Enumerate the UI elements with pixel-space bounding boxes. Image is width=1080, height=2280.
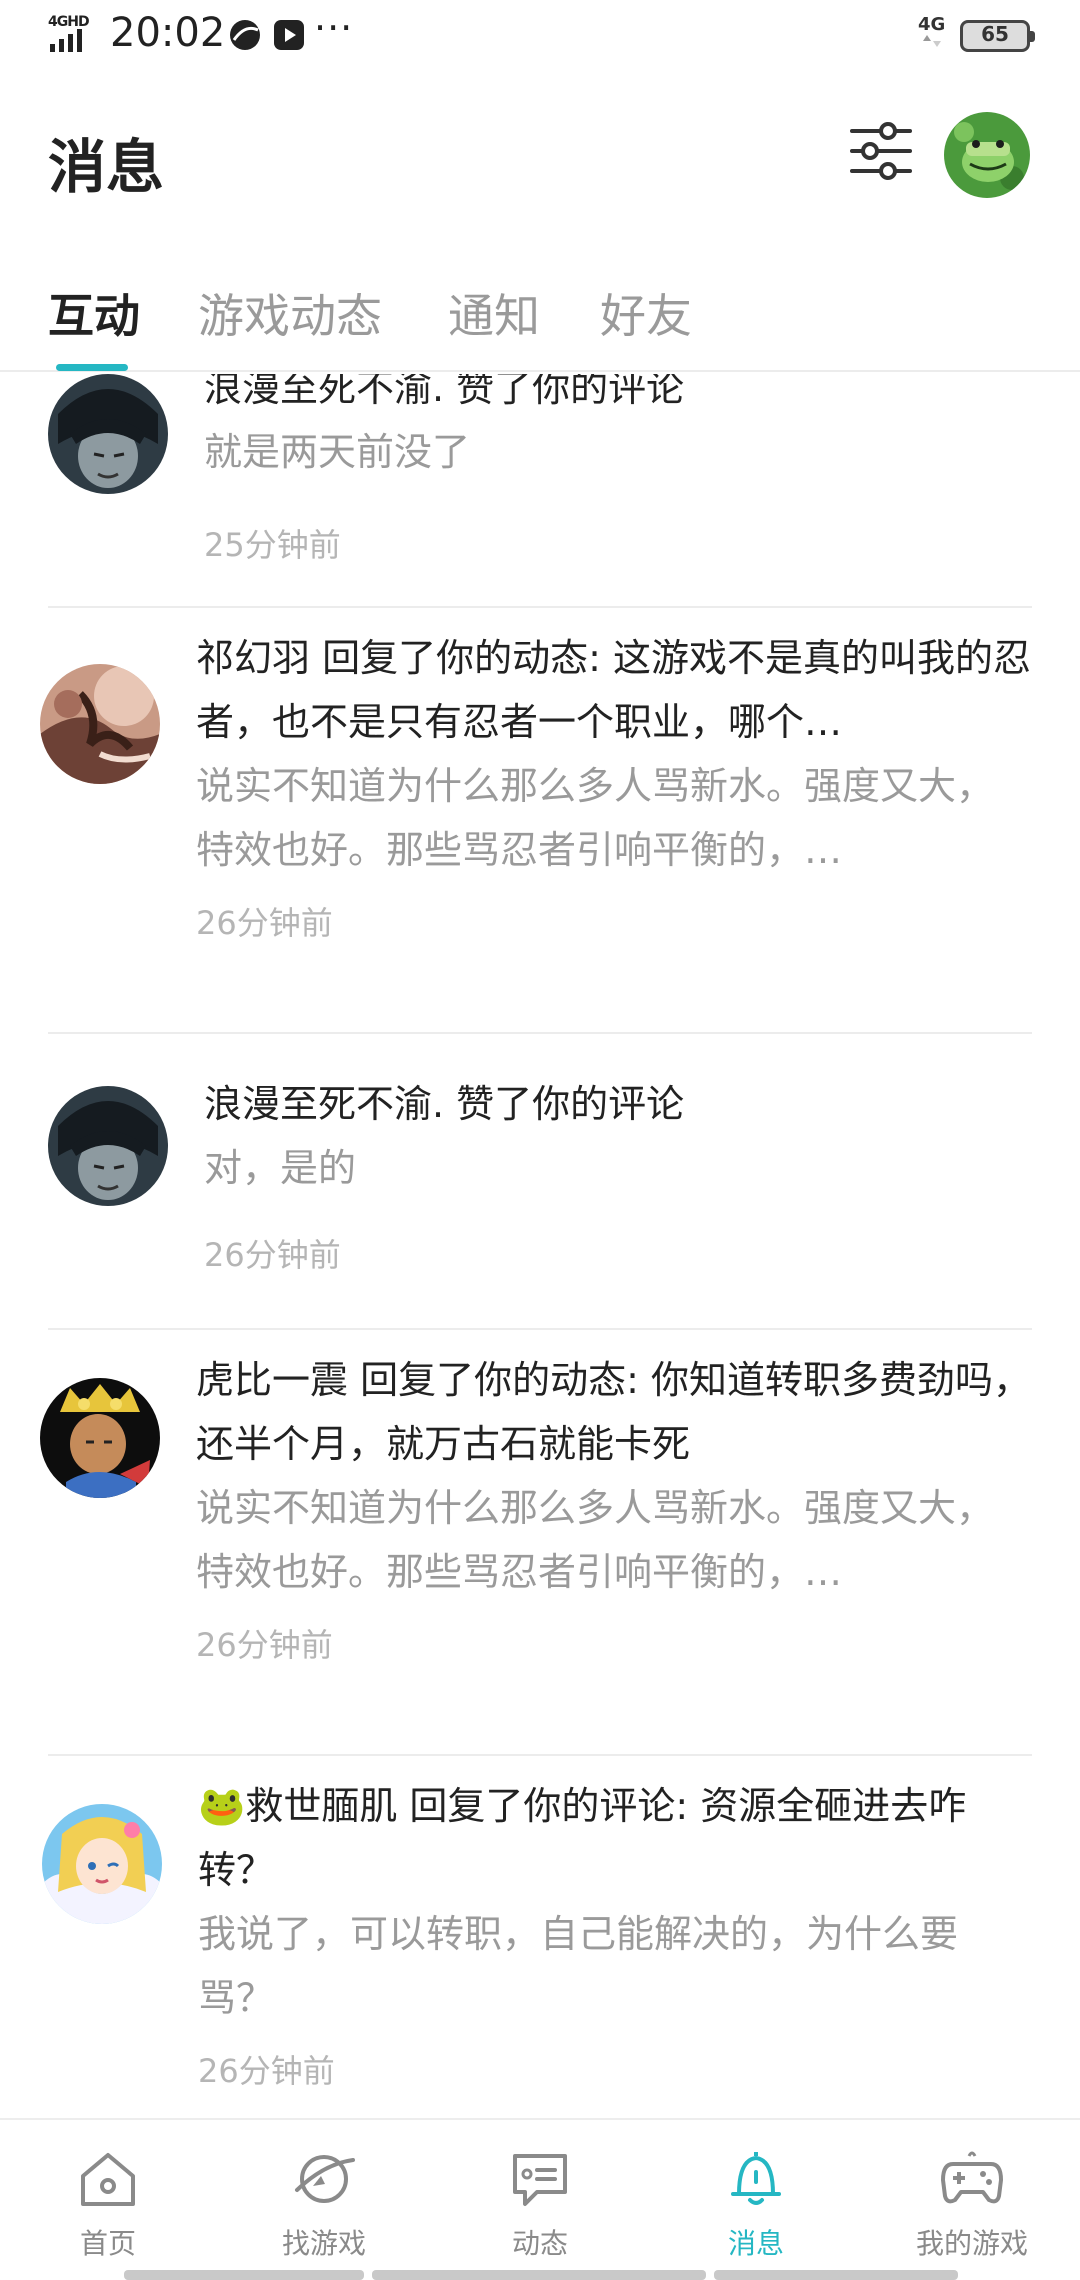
crocodile-avatar-icon [944,112,1030,198]
nav-home[interactable]: 首页 [28,2146,188,2266]
status-bar: 4GHD 20:02 ··· 4G 65 [0,0,1080,72]
chat-icon [513,2154,567,2206]
page-title: 消息 [48,133,165,201]
app-notification-icon [230,20,260,50]
bottom-nav: 首页 找游戏 动态 消息 我的游戏 [0,2118,1080,2280]
planet-icon [295,2155,355,2203]
tab-notifications[interactable]: 通知 [448,280,540,346]
message-title: 浪漫至死不渝. 赞了你的评论 [204,374,685,410]
network-label: 4GHD [48,14,90,30]
dark-hair-avatar-icon [48,1086,168,1206]
network-indicator: 4GHD [48,14,100,54]
message-time: 26分钟前 [204,1236,341,1274]
list-item[interactable]: 祁幻羽 回复了你的动态: 这游戏不是真的叫我的忍者，也不是只有忍者一个职业，哪个… [0,608,1080,1032]
message-title: 祁幻羽 回复了你的动态: 这游戏不是真的叫我的忍者，也不是只有忍者一个职业，哪个… [196,636,1031,744]
message-time: 25分钟前 [204,526,341,564]
gesture-bar [372,2270,706,2280]
message-time: 26分钟前 [196,1626,333,1664]
gesture-bar [714,2270,958,2280]
bell-icon [731,2152,781,2205]
video-notification-icon [274,20,304,50]
avatar[interactable] [42,1804,162,1924]
battery-level: 65 [981,22,1009,46]
list-item[interactable]: 🐸救世腼肌 回复了你的评论: 资源全砸进去咋转？ 我说了，可以转职，自己能解决的… [0,1756,1080,2118]
filter-button[interactable] [848,118,914,184]
giorno-avatar-icon [40,1378,160,1498]
nav-label: 找游戏 [281,2227,366,2260]
anime-girl-avatar-icon [42,1804,162,1924]
nav-label: 首页 [79,2227,136,2260]
signal-label: 4G [918,14,946,35]
message-time: 26分钟前 [198,2052,335,2090]
message-title: 虎比一震 回复了你的动态: 你知道转职多费劲吗，还半个月，就万古石就能卡死 [196,1358,1031,1466]
message-title-text: 救世腼肌 回复了你的评论: 资源全砸进去咋转？ [198,1784,967,1892]
tab-interactions[interactable]: 互动 [48,280,140,346]
gamepad-icon [941,2151,1003,2204]
tab-bar: 互动 游戏动态 通知 好友 [0,260,1080,372]
active-tab-indicator [56,364,128,371]
avatar[interactable] [40,664,160,784]
status-time: 20:02 [110,10,226,56]
mobile-data-indicator: 4G [918,14,952,54]
dark-hair-avatar-icon [48,374,168,494]
nav-label: 消息 [727,2227,784,2260]
message-snippet: 对，是的 [204,1146,357,1190]
message-snippet: 说实不知道为什么那么多人骂新水。强度又大，特效也好。那些骂忍者引响平衡的，… [196,1486,995,1594]
sliders-icon [850,122,912,180]
home-icon [81,2153,135,2206]
message-snippet: 说实不知道为什么那么多人骂新水。强度又大，特效也好。那些骂忍者引响平衡的，… [196,764,995,872]
nav-my-games[interactable]: 我的游戏 [892,2146,1052,2266]
tab-friends[interactable]: 好友 [600,280,692,346]
user-avatar[interactable] [944,112,1030,198]
screen: 4GHD 20:02 ··· 4G 65 消息 互动 游戏动态 通知 好友 浪漫… [0,0,1080,2280]
nav-label: 动态 [511,2227,568,2260]
avatar[interactable] [48,1086,168,1206]
avatar[interactable] [40,1378,160,1498]
battery-icon: 65 [960,20,1035,52]
gesture-bar [124,2270,364,2280]
nav-feed[interactable]: 动态 [460,2146,620,2266]
message-snippet: 就是两天前没了 [204,430,471,474]
signal-bars-icon [50,29,82,52]
list-item[interactable]: 浪漫至死不渝. 赞了你的评论 就是两天前没了 25分钟前 [0,374,1080,610]
list-item[interactable]: 浪漫至死不渝. 赞了你的评论 对，是的 26分钟前 [0,1034,1080,1330]
message-title: 🐸救世腼肌 回复了你的评论: 资源全砸进去咋转？ [198,1774,1038,1902]
warrior-avatar-icon [40,664,160,784]
message-snippet: 我说了，可以转职，自己能解决的，为什么要骂？ [198,1912,959,2020]
message-title: 浪漫至死不渝. 赞了你的评论 [204,1082,685,1126]
nav-messages[interactable]: 消息 [676,2146,836,2266]
avatar[interactable] [48,374,168,494]
more-notifications-icon: ··· [314,6,354,50]
tab-game-updates[interactable]: 游戏动态 [198,280,382,346]
message-time: 26分钟前 [196,904,333,942]
data-arrows-icon [923,35,941,47]
list-item[interactable]: 虎比一震 回复了你的动态: 你知道转职多费劲吗，还半个月，就万古石就能卡死 说实… [0,1330,1080,1754]
message-list[interactable]: 浪漫至死不渝. 赞了你的评论 就是两天前没了 25分钟前 祁幻羽 回复了你的动态… [0,374,1080,2118]
nav-label: 我的游戏 [915,2227,1028,2260]
frog-emoji: 🐸 [198,1784,246,1828]
nav-find-games[interactable]: 找游戏 [244,2146,404,2266]
